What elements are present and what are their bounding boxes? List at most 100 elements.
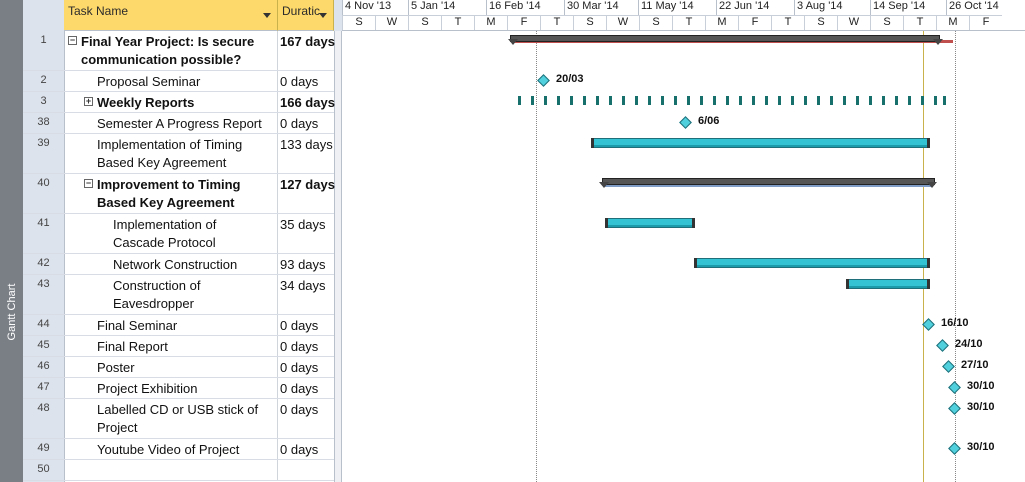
milestone-diamond[interactable] (679, 116, 692, 129)
duration-cell[interactable]: 0 days (278, 115, 336, 133)
row-id: 38 (37, 116, 50, 128)
task-bar[interactable] (593, 138, 930, 148)
duration-cell[interactable]: 0 days (278, 359, 336, 377)
bar-end-cap (927, 258, 930, 268)
task-name-cell[interactable]: Implementation of Timing Based Key Agree… (64, 134, 278, 173)
table-row[interactable]: 44 Final Seminar 0 days (23, 315, 334, 336)
duration-cell[interactable]: 34 days (278, 277, 336, 295)
timescale[interactable]: 4 Nov '13 5 Jan '14 16 Feb '14 30 Mar '1… (342, 0, 1025, 31)
bar-start-cap (846, 279, 849, 289)
milestone-diamond[interactable] (936, 339, 949, 352)
duration-cell[interactable]: 167 days (278, 33, 336, 51)
table-row[interactable]: 47 Project Exhibition 0 days (23, 378, 334, 399)
task-name-cell[interactable]: Labelled CD or USB stick of Project (64, 399, 278, 438)
duration-column-header[interactable]: Duratic (278, 0, 334, 31)
duration-cell[interactable]: 0 days (278, 380, 336, 398)
timescale-minor-label: S (342, 15, 375, 30)
task-name-cell[interactable]: Network Construction (64, 254, 278, 274)
task-name-line2: Based Key Agreement (97, 155, 227, 170)
summary-start-marker (599, 182, 609, 188)
task-name-cell[interactable]: Poster (64, 357, 278, 377)
table-row[interactable]: 50 (23, 460, 334, 481)
task-bar[interactable] (696, 258, 930, 268)
task-name-cell[interactable]: Semester A Progress Report (64, 113, 278, 133)
row-id: 49 (37, 442, 50, 454)
task-name-line1: Network Construction (113, 257, 238, 272)
task-name-cell[interactable] (64, 460, 278, 480)
duration-cell[interactable]: 127 days (278, 176, 336, 194)
milestone-label: 24/10 (955, 338, 983, 350)
milestone-label: 6/06 (698, 115, 720, 127)
task-name-cell[interactable]: − Final Year Project: Is secure communic… (64, 31, 278, 70)
table-row[interactable]: 38 Semester A Progress Report 0 days (23, 113, 334, 134)
table-row[interactable]: 43 Construction of Eavesdropper 34 days (23, 275, 334, 315)
task-name-cell[interactable]: Project Exhibition (64, 378, 278, 398)
task-bar[interactable] (607, 218, 695, 228)
timescale-major-label: 14 Sep '14 (870, 0, 946, 15)
table-row[interactable]: 1 − Final Year Project: Is secure commun… (23, 31, 336, 71)
table-row[interactable]: 45 Final Report 0 days (23, 336, 334, 357)
table-row[interactable]: 2 Proposal Seminar 0 days (23, 71, 334, 92)
duration-cell[interactable]: 166 days (278, 94, 336, 112)
milestone-diamond[interactable] (948, 402, 961, 415)
row-id: 1 (40, 34, 47, 46)
table-row[interactable]: 3 + Weekly Reports 166 days (23, 92, 336, 113)
task-name-cell[interactable]: Final Report (64, 336, 278, 356)
task-name-cell[interactable]: Proposal Seminar (64, 71, 278, 91)
view-bar-label: Gantt Chart (6, 283, 18, 341)
duration-cell[interactable]: 0 days (278, 338, 336, 356)
timescale-major-label: 30 Mar '14 (564, 0, 638, 15)
duration-cell[interactable]: 35 days (278, 216, 336, 234)
summary-bar[interactable] (602, 178, 935, 185)
duration-cell[interactable]: 0 days (278, 73, 336, 91)
select-all-corner[interactable] (334, 0, 342, 32)
task-name-line2: Eavesdropper (113, 296, 194, 311)
table-row[interactable]: 39 Implementation of Timing Based Key Ag… (23, 134, 334, 174)
bar-start-cap (605, 218, 608, 228)
timescale-minor-label: F (507, 15, 540, 30)
task-name-cell[interactable]: + Weekly Reports (64, 92, 278, 112)
task-name-cell[interactable]: Implementation of Cascade Protocol (64, 214, 278, 253)
gantt-chart-area[interactable]: 20/03 6/06 16/10 24/10 27/10 30/10 30/10… (342, 31, 1025, 482)
task-name-line1: Implementation of (113, 217, 217, 232)
expand-icon[interactable]: + (84, 97, 93, 106)
collapse-icon[interactable]: − (84, 179, 93, 188)
filter-dropdown-icon[interactable] (263, 13, 271, 18)
table-row[interactable]: 46 Poster 0 days (23, 357, 334, 378)
table-row[interactable]: 40 − Improvement to Timing Based Key Agr… (23, 174, 336, 214)
task-bar[interactable] (848, 279, 930, 289)
task-name-cell[interactable]: − Improvement to Timing Based Key Agreem… (64, 174, 278, 213)
task-name-cell[interactable]: Final Seminar (64, 315, 278, 335)
filter-dropdown-icon[interactable] (319, 13, 327, 18)
task-name-line1: Implementation of Timing (97, 137, 243, 152)
milestone-diamond[interactable] (948, 381, 961, 394)
milestone-diamond[interactable] (537, 74, 550, 87)
duration-cell[interactable]: 0 days (278, 317, 336, 335)
collapse-icon[interactable]: − (68, 36, 77, 45)
timescale-minor-label: T (672, 15, 705, 30)
milestone-label: 30/10 (967, 380, 995, 392)
table-row[interactable]: 42 Network Construction 93 days (23, 254, 334, 275)
task-name-cell[interactable]: Construction of Eavesdropper (64, 275, 278, 314)
duration-cell[interactable]: 93 days (278, 256, 336, 274)
milestone-diamond[interactable] (948, 442, 961, 455)
table-row[interactable]: 41 Implementation of Cascade Protocol 35… (23, 214, 334, 254)
task-name-cell[interactable]: Youtube Video of Project (64, 439, 278, 459)
duration-cell[interactable]: 0 days (278, 441, 336, 459)
milestone-diamond[interactable] (942, 360, 955, 373)
timescale-minor-label: T (441, 15, 474, 30)
milestone-diamond[interactable] (922, 318, 935, 331)
timescale-minor-label: M (474, 15, 507, 30)
timescale-minor-label: T (540, 15, 573, 30)
table-row[interactable]: 48 Labelled CD or USB stick of Project 0… (23, 399, 334, 439)
task-name-column-header[interactable]: Task Name (64, 0, 278, 31)
project-start-line (536, 31, 537, 482)
duration-cell[interactable]: 0 days (278, 401, 336, 419)
milestone-label: 27/10 (961, 359, 989, 371)
task-name-line1: Labelled CD or USB stick of (97, 402, 259, 417)
view-bar[interactable]: Gantt Chart (0, 0, 23, 482)
task-name-line1: Improvement to Timing (97, 177, 241, 192)
table-row[interactable]: 49 Youtube Video of Project 0 days (23, 439, 334, 460)
duration-cell[interactable]: 133 days (278, 136, 336, 154)
summary-bar[interactable] (510, 35, 940, 42)
